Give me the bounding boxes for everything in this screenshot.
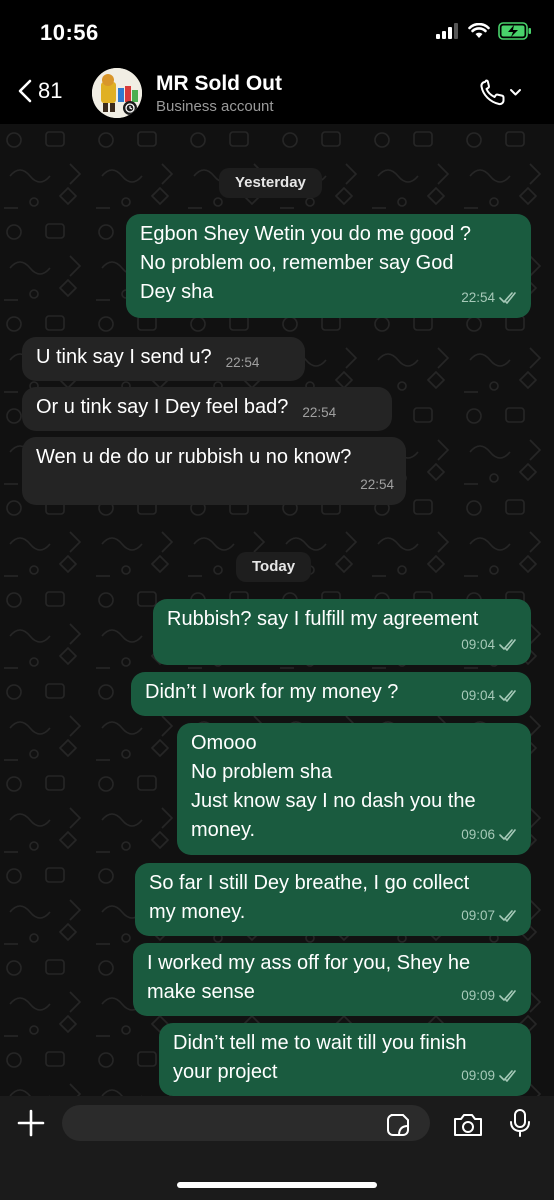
double-check-icon — [499, 291, 516, 304]
message-text-line: Didn’t tell me to wait till you finish — [173, 1032, 467, 1054]
double-check-icon — [499, 1069, 516, 1082]
composer-bar — [0, 1096, 554, 1200]
message-text-line: U tink say I send u? — [36, 346, 212, 368]
avatar-image — [92, 68, 142, 118]
camera-icon — [454, 1114, 482, 1136]
plus-icon — [17, 1109, 45, 1137]
sticker-icon — [387, 1114, 409, 1136]
message-text-line: No problem sha — [191, 761, 333, 783]
status-bar: 10:56 — [0, 0, 554, 62]
message-meta: 22:54 — [360, 470, 394, 499]
message-meta: 09:04 — [461, 681, 519, 710]
message-incoming[interactable]: Wen u de do ur rubbish u no know? 22:54 — [22, 437, 406, 505]
message-time: 09:06 — [461, 827, 495, 842]
camera-button[interactable] — [452, 1112, 484, 1143]
phone-icon — [480, 79, 521, 106]
double-check-icon — [499, 689, 516, 702]
back-button[interactable]: 81 — [18, 78, 62, 104]
chat-header: 81 MR Sold Out Business account — [0, 62, 554, 124]
attach-button[interactable] — [16, 1108, 46, 1143]
message-text-line: Or u tink say I Dey feel bad? — [36, 396, 289, 418]
home-indicator — [177, 1182, 377, 1188]
message-time: 22:54 — [360, 477, 394, 492]
battery-charging-icon — [498, 22, 531, 40]
message-incoming[interactable]: Or u tink say I Dey feel bad? 22:54 — [22, 387, 392, 431]
message-meta: 09:04 — [461, 630, 519, 659]
message-time: 09:09 — [461, 988, 495, 1003]
message-meta: 09:09 — [461, 981, 519, 1010]
status-time: 10:56 — [40, 20, 99, 45]
double-check-icon — [499, 989, 516, 1002]
message-text-line: Egbon Shey Wetin you do me good ? — [140, 223, 471, 245]
call-button[interactable] — [478, 78, 524, 113]
message-outgoing[interactable]: I worked my ass off for you, Shey he mak… — [133, 943, 531, 1016]
message-outgoing[interactable]: Didn’t tell me to wait till you finish y… — [159, 1023, 531, 1096]
message-meta: 09:09 — [461, 1061, 519, 1090]
wifi-icon — [468, 23, 490, 38]
status-icons — [436, 22, 532, 40]
microphone-button[interactable] — [508, 1108, 532, 1143]
contact-name[interactable]: MR Sold Out — [156, 72, 282, 96]
signal-icon — [436, 23, 458, 39]
message-time: 22:54 — [302, 405, 337, 420]
message-time: 22:54 — [225, 355, 260, 370]
message-outgoing[interactable]: Egbon Shey Wetin you do me good ? No pro… — [126, 214, 531, 318]
message-time: 09:04 — [461, 688, 495, 703]
message-time: 22:54 — [461, 290, 495, 305]
message-text-line: So far I still Dey breathe, I go collect — [149, 872, 470, 894]
message-text-line: Wen u de do ur rubbish u no know? — [36, 446, 352, 468]
message-text-line: Just know say I no dash you the — [191, 790, 476, 812]
message-outgoing[interactable]: Rubbish? say I fulfill my agreement 09:0… — [153, 599, 531, 665]
message-outgoing[interactable]: Didn’t I work for my money ? 09:04 — [131, 672, 531, 716]
date-divider-today: Today — [236, 552, 312, 582]
message-text-line: No problem oo, remember say God — [140, 252, 454, 274]
message-outgoing[interactable]: Omooo No problem sha Just know say I no … — [177, 723, 531, 855]
double-check-icon — [499, 909, 516, 922]
message-time: 09:04 — [461, 637, 495, 652]
message-incoming[interactable]: U tink say I send u? 22:54 — [22, 337, 305, 381]
message-outgoing[interactable]: So far I still Dey breathe, I go collect… — [135, 863, 531, 936]
double-check-icon — [499, 828, 516, 841]
message-input[interactable] — [62, 1105, 430, 1141]
message-time: 09:07 — [461, 908, 495, 923]
message-meta: 09:06 — [461, 820, 519, 849]
contact-subtitle: Business account — [156, 98, 274, 115]
chevron-left-icon — [18, 79, 32, 103]
microphone-icon — [510, 1109, 530, 1137]
message-meta: 22:54 — [461, 283, 519, 312]
message-text-line: Didn’t I work for my money ? — [145, 681, 399, 703]
chat-area[interactable]: Yesterday Egbon Shey Wetin you do me goo… — [0, 124, 554, 1096]
message-time: 09:09 — [461, 1068, 495, 1083]
message-text-line: I worked my ass off for you, Shey he — [147, 952, 471, 974]
double-check-icon — [499, 638, 516, 651]
message-text-line: Omooo — [191, 732, 257, 754]
message-meta: 09:07 — [461, 901, 519, 930]
sticker-button[interactable] — [386, 1113, 410, 1142]
unread-count: 81 — [38, 78, 63, 103]
avatar[interactable] — [92, 68, 142, 118]
date-divider-yesterday: Yesterday — [219, 168, 322, 198]
